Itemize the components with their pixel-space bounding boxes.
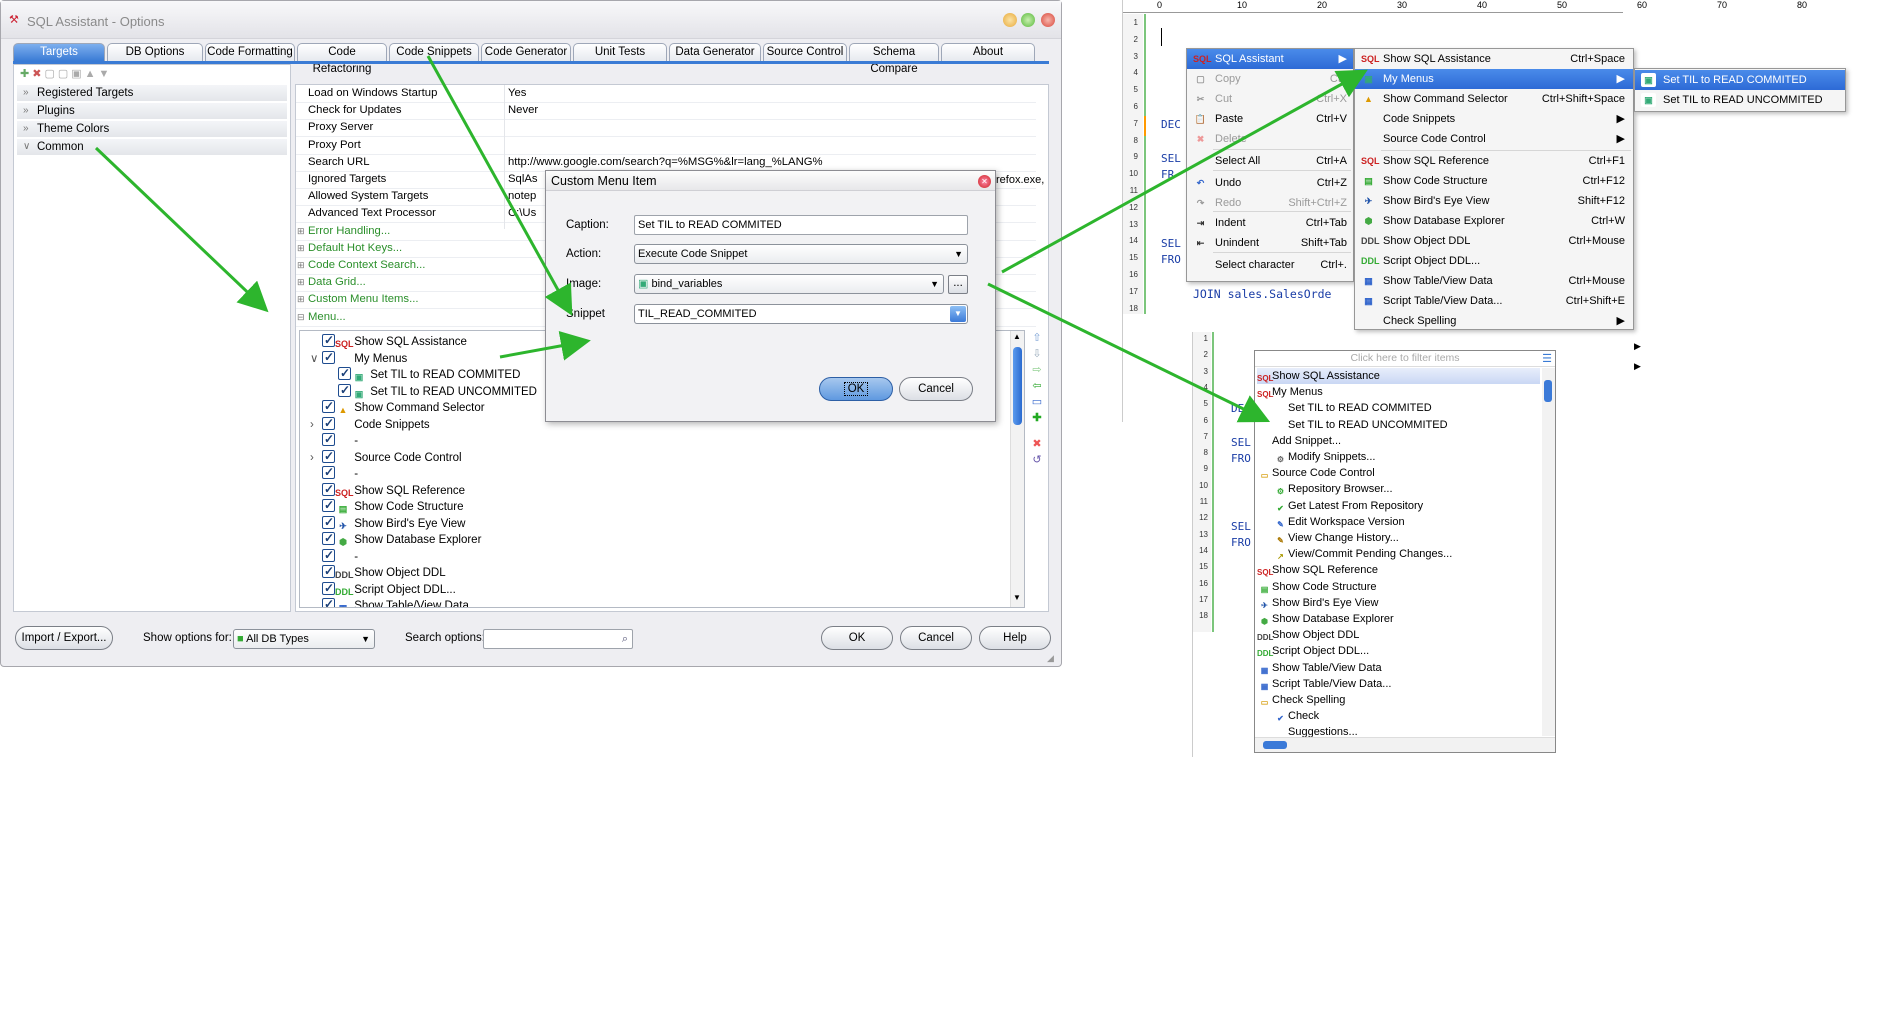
annotation-arrows xyxy=(94,55,1368,423)
arrow-dialog-to-list xyxy=(987,282,1271,423)
arrow-snippets-to-dialog xyxy=(426,55,573,316)
arrow-common-to-menu xyxy=(94,146,269,313)
arrow-dialog-to-menu xyxy=(1001,69,1368,274)
arrow-tree-to-dialog xyxy=(499,331,591,361)
